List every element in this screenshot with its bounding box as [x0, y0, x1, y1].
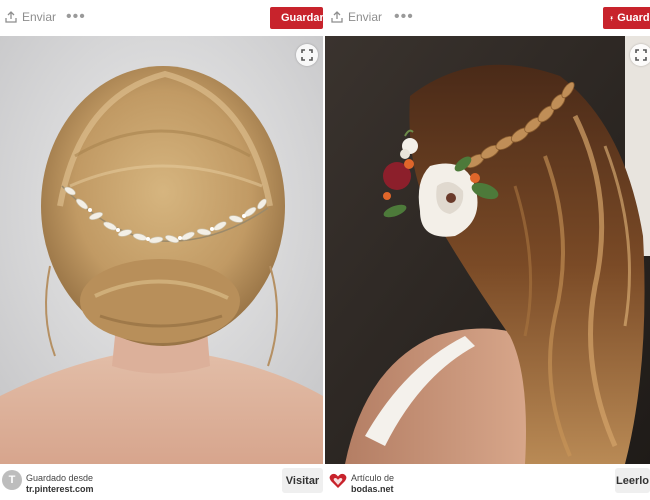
expand-button[interactable] [630, 44, 650, 66]
bridal-updo-photo [0, 36, 323, 464]
pin-image[interactable] [325, 36, 650, 464]
pin-toolbar: Enviar ••• Guardar [0, 0, 323, 36]
heart-icon[interactable] [327, 470, 349, 492]
save-label: Guardar [281, 12, 323, 24]
save-button[interactable]: Guardar [603, 7, 650, 29]
read-button[interactable]: Leerlo [615, 468, 650, 493]
pin-footer: T Guardado desde tr.pinterest.com Visita… [0, 464, 323, 500]
send-label: Enviar [348, 10, 383, 24]
save-button[interactable]: Guardar [270, 7, 323, 29]
pin-image[interactable] [0, 36, 323, 464]
send-button[interactable]: Enviar [331, 10, 382, 24]
pin-icon [610, 15, 613, 21]
more-button[interactable]: ••• [394, 8, 414, 26]
expand-icon [635, 49, 647, 61]
source-domain: bodas.net [351, 484, 394, 494]
pin-toolbar: Enviar ••• Guardar [325, 0, 650, 36]
braided-hair-photo [325, 36, 650, 464]
share-icon [331, 11, 343, 23]
save-label: Guardar [617, 12, 650, 24]
send-button[interactable]: Enviar [5, 10, 56, 24]
source-caption: Guardado desde [26, 473, 94, 483]
more-button[interactable]: ••• [66, 8, 86, 26]
pin-source[interactable]: Guardado desde tr.pinterest.com [26, 473, 94, 495]
source-domain: tr.pinterest.com [26, 484, 94, 494]
source-caption: Artículo de [351, 473, 395, 483]
share-icon [5, 11, 17, 23]
visit-button[interactable]: Visitar [282, 468, 323, 493]
avatar[interactable]: T [2, 470, 22, 490]
pin-source[interactable]: Artículo de bodas.net [351, 473, 394, 495]
pin-card-right: Enviar ••• Guard ar [325, 0, 650, 500]
pin-card-left: Enviar ••• Guardar T Guardado desde tr.p… [0, 0, 323, 500]
send-label: Enviar [22, 10, 57, 24]
expand-button[interactable] [296, 44, 318, 66]
pin-footer: Artículo de bodas.net Leerlo [325, 464, 650, 500]
expand-icon [301, 49, 313, 61]
